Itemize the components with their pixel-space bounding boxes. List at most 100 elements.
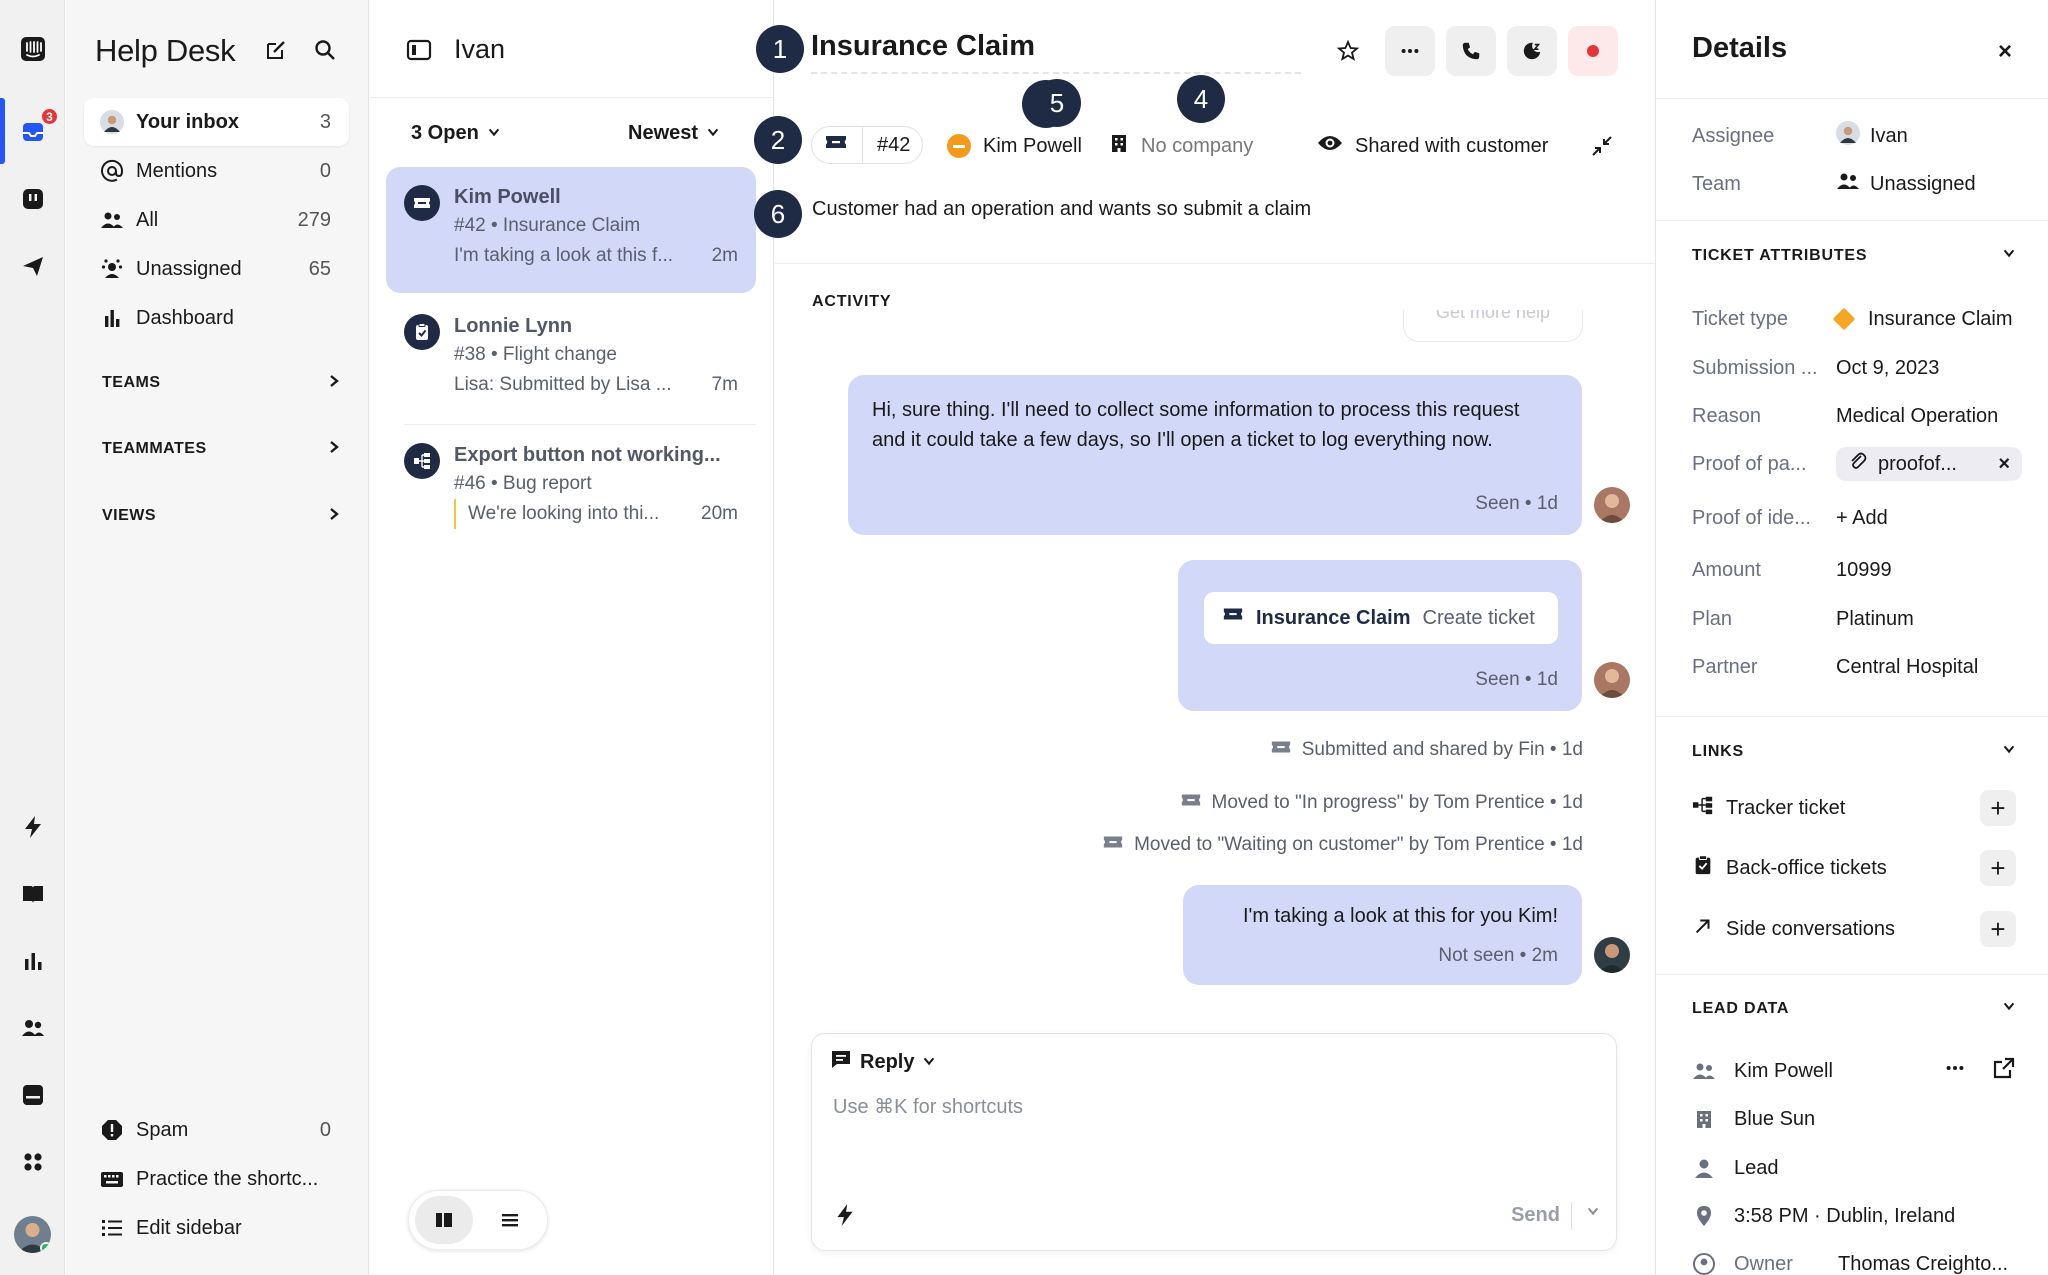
company-link[interactable]: No company [1109,126,1253,166]
ticket-card-action: Create ticket [1422,607,1535,629]
conversation-item-export-button[interactable]: Export button not working... #46 • Bug r… [386,425,756,551]
intercom-logo-icon[interactable] [14,30,51,67]
ticket-id-chip[interactable]: #42 [811,126,924,164]
remove-attachment-icon[interactable]: × [1998,453,2010,476]
section-label: LEAD DATA [1692,999,1790,1017]
links-section[interactable]: LINKS [1692,742,2016,761]
reply-input[interactable]: Use ⌘K for shortcuts [833,1094,1023,1119]
search-icon[interactable] [311,36,339,64]
shared-with-customer[interactable]: Shared with customer [1317,126,1548,166]
sidebar-item-label: Edit sidebar [136,1216,242,1239]
toggle-sidebar-icon[interactable] [405,36,433,64]
ticket-description[interactable]: Customer had an operation and wants so s… [812,198,1311,221]
conversation-item-lonnie-lynn[interactable]: Lonnie Lynn #38 • Flight change Lisa: Su… [386,296,756,422]
inbox-sidebar: Help Desk Your inbox 3 Mentions 0 All 27… [66,0,369,1275]
spam-icon [100,1118,124,1142]
avatar [1836,121,1860,151]
split-view-button[interactable] [415,1196,473,1244]
attribute-amount[interactable]: Amount 10999 [1692,552,2022,588]
inbox-icon[interactable]: 3 [14,107,59,150]
external-link-icon[interactable] [1992,1056,2016,1086]
conversation-item-kim-powell[interactable]: Kim Powell #42 • Insurance Claim I'm tak… [386,167,756,293]
attribute-submission-date[interactable]: Submission ... Oct 9, 2023 [1692,350,2022,386]
sidebar-item-dashboard[interactable]: Dashboard [84,294,349,342]
sidebar-item-your-inbox[interactable]: Your inbox 3 [84,98,349,146]
compose-icon[interactable] [262,36,290,64]
ticket-attributes-section[interactable]: TICKET ATTRIBUTES [1692,246,2016,265]
conversation-subtitle: #42 • Insurance Claim [454,215,641,236]
divider [1656,98,2048,99]
sidebar-item-edit-sidebar[interactable]: Edit sidebar [84,1204,349,1252]
more-icon[interactable] [1944,1057,1966,1085]
messenger-icon[interactable] [14,1076,51,1113]
ticket-icon [824,130,848,160]
add-side-conversation-button[interactable]: + [1980,911,2016,947]
link-side-conversations[interactable]: Side conversations + [1692,911,2016,947]
lead-type-row: Lead [1692,1150,2016,1186]
assignee-row[interactable]: Assignee Ivan [1692,118,2022,154]
apps-icon[interactable] [14,1143,51,1180]
contacts-icon[interactable] [14,1009,51,1046]
attachment-chip[interactable]: proofof... × [1836,447,2022,481]
person-icon [1692,1156,1716,1180]
automation-icon[interactable] [14,808,51,845]
marker-5: 5 [1033,79,1081,127]
attribute-ticket-type[interactable]: Ticket type Insurance Claim [1692,301,2022,337]
sidebar-item-shortcuts[interactable]: Practice the shortc... [84,1155,349,1203]
more-options-button[interactable] [1385,26,1435,76]
customer-link[interactable]: Kim Powell [947,126,1082,166]
lightning-icon[interactable] [832,1202,860,1230]
close-icon[interactable]: × [1998,38,2012,66]
sidebar-section-views[interactable]: VIEWS [102,501,342,531]
sidebar-item-unassigned[interactable]: Unassigned 65 [84,245,349,293]
ticket-title[interactable]: Insurance Claim [811,30,1301,74]
reply-mode-dropdown[interactable]: Reply [830,1048,936,1076]
section-label: LINKS [1692,742,1744,760]
list-view-button[interactable] [481,1196,539,1244]
ticket-card[interactable]: Insurance Claim Create ticket [1204,592,1558,644]
star-icon[interactable] [1331,34,1365,68]
add-tracker-ticket-button[interactable]: + [1980,790,2016,826]
tracker-icon [1692,794,1714,822]
status-filter-dropdown[interactable]: 3 Open [411,122,501,145]
snooze-icon [1523,42,1541,60]
attribute-proof-of-payment[interactable]: Proof of pa... proofof... × [1692,446,2022,482]
divider [862,127,863,163]
message-bubble: Hi, sure thing. I'll need to collect som… [848,375,1582,535]
attribute-plan[interactable]: Plan Platinum [1692,601,2022,637]
sidebar-title: Help Desk [95,33,236,68]
conversation-name: Lonnie Lynn [454,315,573,337]
send-button[interactable]: Send [1511,1204,1560,1227]
link-back-office-tickets[interactable]: Back-office tickets + [1692,850,2016,886]
sort-dropdown[interactable]: Newest [628,122,720,145]
attribute-proof-of-identity[interactable]: Proof of ide... + Add [1692,500,2022,536]
sidebar-item-all[interactable]: All 279 [84,196,349,244]
send-options-chevron-icon[interactable] [1586,1204,1600,1223]
sidebar-item-mentions[interactable]: Mentions 0 [84,147,349,195]
team-row[interactable]: Team Unassigned [1692,166,2022,202]
sidebar-item-spam[interactable]: Spam 0 [84,1106,349,1154]
lead-owner-row[interactable]: Owner Thomas Creighto... [1692,1246,2016,1275]
call-button[interactable] [1446,26,1496,76]
conversation-time: 20m [701,503,738,524]
snooze-button[interactable] [1507,26,1557,76]
add-back-office-ticket-button[interactable]: + [1980,850,2016,886]
sidebar-section-teams[interactable]: TEAMS [102,368,342,398]
user-avatar[interactable] [14,1216,51,1253]
knowledge-icon[interactable] [14,875,51,912]
lead-data-section[interactable]: LEAD DATA [1692,999,2016,1018]
attribute-reason[interactable]: Reason Medical Operation [1692,398,2022,434]
sidebar-section-teammates[interactable]: TEAMMATES [102,434,342,464]
collapse-icon[interactable] [1591,126,1613,166]
lead-name-row[interactable]: Kim Powell [1692,1053,2016,1089]
sidebar-item-label: Spam [136,1118,189,1141]
close-conversation-button[interactable] [1568,26,1618,76]
link-tracker-ticket[interactable]: Tracker ticket + [1692,790,2016,826]
add-attribute-link[interactable]: + Add [1836,507,1888,530]
attribute-partner[interactable]: Partner Central Hospital [1692,649,2022,685]
lead-type: Lead [1734,1156,1779,1179]
outbound-icon[interactable] [14,247,51,284]
activity-heading: ACTIVITY [812,293,892,310]
reports-icon[interactable] [14,942,51,979]
fin-bot-icon[interactable] [14,180,51,217]
